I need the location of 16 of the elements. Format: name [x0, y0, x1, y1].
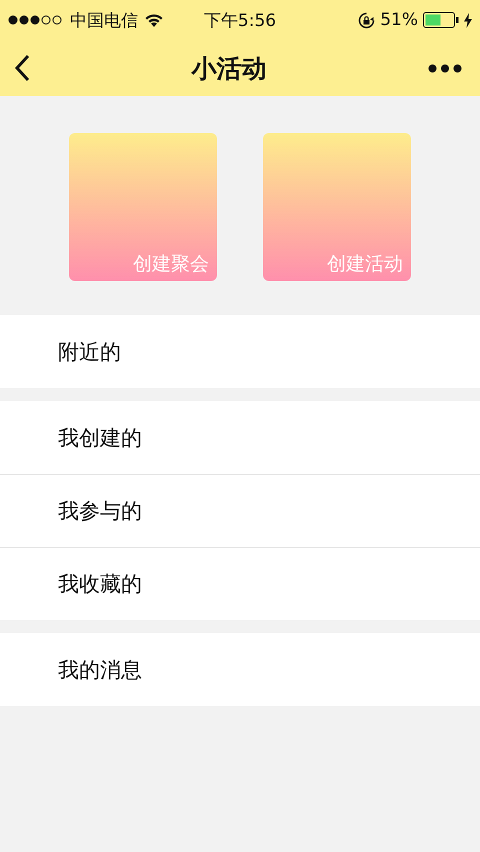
battery-icon: [423, 12, 459, 28]
page-title: 小活动: [192, 52, 266, 84]
menu-item[interactable]: 我参与的: [0, 474, 480, 547]
more-icon[interactable]: [428, 64, 462, 72]
menu-item[interactable]: 我的消息: [0, 633, 480, 706]
clock-time: 下午5:56: [204, 10, 276, 32]
back-icon[interactable]: [14, 54, 30, 82]
rotation-lock-icon: [358, 12, 376, 28]
charging-icon: [464, 12, 472, 28]
menu-item[interactable]: 我创建的: [0, 401, 480, 474]
menu-item[interactable]: 附近的: [0, 315, 480, 388]
signal-icon: [8, 15, 64, 25]
battery-percent: 51%: [380, 10, 418, 30]
carrier-name: 中国电信: [70, 10, 138, 32]
menu-item[interactable]: 我收藏的: [0, 547, 480, 620]
wifi-icon: [144, 12, 164, 28]
